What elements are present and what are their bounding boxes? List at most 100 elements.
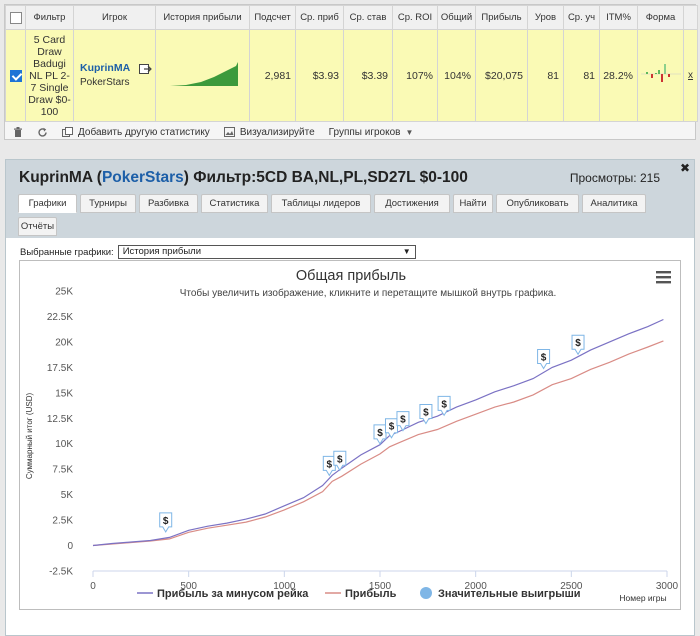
tab-achievements[interactable]: Достижения [374, 194, 450, 213]
level-cell: 81 [527, 29, 564, 122]
title-player: KuprinMA [19, 169, 93, 186]
chevron-down-icon: ▼ [402, 247, 411, 256]
refresh-button[interactable] [37, 127, 48, 138]
big-win-flag[interactable]: $ [537, 348, 551, 370]
header-itm[interactable]: ITM% [599, 5, 638, 30]
header-avg-profit[interactable]: Ср. приб [295, 5, 344, 30]
tab-breakdown[interactable]: Разбивка [139, 194, 198, 213]
menu-bar [656, 271, 671, 274]
y-tick-label: 22.5K [47, 312, 73, 323]
graph-select-value: История прибыли [122, 246, 202, 257]
graph-select[interactable]: История прибыли ▼ [117, 245, 416, 259]
avg-roi-cell: 107% [392, 29, 438, 122]
legend-label: Прибыль за минусом рейка [157, 588, 309, 600]
big-win-flag[interactable]: $ [159, 512, 173, 533]
title-filter: ) Фильтр:5CD BA,NL,PL,SD27L $0-100 [183, 169, 468, 186]
stats-toolbar: Добавить другую статистику Визуализируйт… [5, 123, 421, 141]
header-avg-entrants[interactable]: Ср. уч [563, 5, 600, 30]
panel-close-button[interactable]: ✖ [680, 161, 690, 175]
header-spacer [683, 5, 698, 30]
flag-label: $ [337, 454, 343, 465]
chart-svg[interactable]: Общая прибыль Чтобы увеличить изображени… [20, 261, 682, 611]
big-win-flag[interactable]: $ [384, 418, 398, 439]
graph-select-label: Выбранные графики: [20, 246, 114, 258]
tab-analytics[interactable]: Аналитика [582, 194, 646, 213]
count-cell: 2,981 [249, 29, 296, 122]
header-avg-roi[interactable]: Ср. ROI [392, 5, 438, 30]
big-win-flag[interactable]: $ [437, 395, 451, 417]
stats-header-row: Фильтр Игрок История прибыли Подсчет Ср.… [5, 5, 698, 30]
select-all-checkbox[interactable] [9, 11, 22, 24]
profit-cell: $20,075 [475, 29, 528, 122]
header-profit-history[interactable]: История прибыли [155, 5, 250, 30]
visualize-button[interactable]: Визуализируйте [223, 126, 315, 138]
big-win-flag[interactable]: $ [571, 334, 585, 356]
form-cell [637, 29, 684, 122]
views-count: Просмотры: 215 [569, 171, 660, 185]
stats-table: Фильтр Игрок История прибыли Подсчет Ср.… [5, 5, 698, 122]
row-close-cell[interactable]: x [683, 29, 698, 122]
player-groups-label: Группы игроков [328, 126, 401, 138]
graph-select-row: Выбранные графики: История прибыли ▼ [20, 245, 416, 259]
legend-item[interactable]: Прибыль [325, 588, 397, 600]
avg-stake-cell: $3.39 [343, 29, 393, 122]
y-tick-label: 12.5K [47, 414, 73, 425]
y-tick-label: 7.5K [52, 465, 73, 476]
stats-panel: Фильтр Игрок История прибыли Подсчет Ср.… [4, 4, 698, 141]
y-axis-ticks: -2.5K 0 2.5K 5K 7.5K 10K 12.5K 15K 17.5K 20K 22.5K… [47, 287, 74, 578]
add-stat-button[interactable]: Добавить другую статистику [62, 127, 210, 138]
big-wins-flags: $ $ $ $ $ $ $ $ $ $ [159, 334, 585, 533]
profit-history-sparkline[interactable] [155, 29, 250, 122]
flag-label: $ [441, 399, 447, 410]
player-name-link[interactable]: KuprinMA [80, 62, 130, 74]
header-count[interactable]: Подсчет [249, 5, 296, 30]
header-total-roi[interactable]: Общий [437, 5, 476, 30]
itm-cell: 28.2% [599, 29, 638, 122]
flag-label: $ [541, 352, 547, 363]
legend-item[interactable]: Значительные выигрыши [420, 587, 581, 600]
player-groups-dropdown[interactable]: Группы игроков ▼ [329, 127, 414, 138]
header-filter[interactable]: Фильтр [25, 5, 74, 30]
chart-legend: Прибыль за минусом рейка Прибыль Значитель… [137, 587, 581, 600]
flag-label: $ [400, 415, 406, 426]
y-tick-label: 25K [55, 287, 73, 298]
form-bars [640, 64, 681, 82]
header-level[interactable]: Уров [527, 5, 564, 30]
tab-statistics[interactable]: Статистика [201, 194, 268, 213]
y-axis-title: Суммарный итог (USD) [25, 393, 34, 480]
header-form[interactable]: Форма [637, 5, 684, 30]
tab-publish[interactable]: Опубликовать [496, 194, 579, 213]
tab-find[interactable]: Найти [453, 194, 493, 213]
player-cell: KuprinMA PokerStars [73, 29, 156, 122]
visualize-label: Визуализируйте [239, 126, 315, 138]
select-all-cell[interactable] [5, 5, 26, 30]
row-select-cell[interactable] [5, 29, 26, 122]
header-profit[interactable]: Прибыль [475, 5, 528, 30]
sparkline-graph [170, 62, 238, 86]
open-player-icon[interactable] [139, 63, 152, 78]
image-icon [223, 127, 235, 137]
avg-entrants-cell: 81 [563, 29, 600, 122]
header-avg-stake[interactable]: Ср. став [343, 5, 393, 30]
stats-row: 5 Card Draw Badugi NL PL 2-7 Single Draw… [5, 29, 698, 122]
row-checkbox[interactable] [9, 69, 22, 82]
title-site-link[interactable]: PokerStars [102, 169, 184, 186]
tab-graphs[interactable]: Графики [18, 194, 77, 213]
y-tick-label: 5K [61, 490, 74, 501]
avg-profit-cell: $3.93 [295, 29, 344, 122]
header-player[interactable]: Игрок [73, 5, 156, 30]
flag-label: $ [575, 338, 581, 349]
tab-reports[interactable]: Отчёты [18, 217, 57, 236]
legend-item[interactable]: Прибыль за минусом рейка [137, 588, 309, 600]
tab-leaderboards[interactable]: Таблицы лидеров [271, 194, 371, 213]
legend-swatch [420, 587, 432, 599]
flag-label: $ [423, 407, 429, 418]
delete-button[interactable] [13, 126, 23, 138]
series-line [92, 340, 664, 547]
profit-chart[interactable]: Общая прибыль Чтобы увеличить изображени… [19, 260, 681, 610]
player-detail-panel: KuprinMA (PokerStars) Фильтр:5CD BA,NL,P… [5, 159, 695, 636]
chart-menu-button[interactable] [656, 271, 671, 284]
tab-tournaments[interactable]: Турниры [80, 194, 136, 213]
chart-title: Общая прибыль [296, 268, 406, 284]
x-tick-label: 3000 [656, 581, 679, 592]
